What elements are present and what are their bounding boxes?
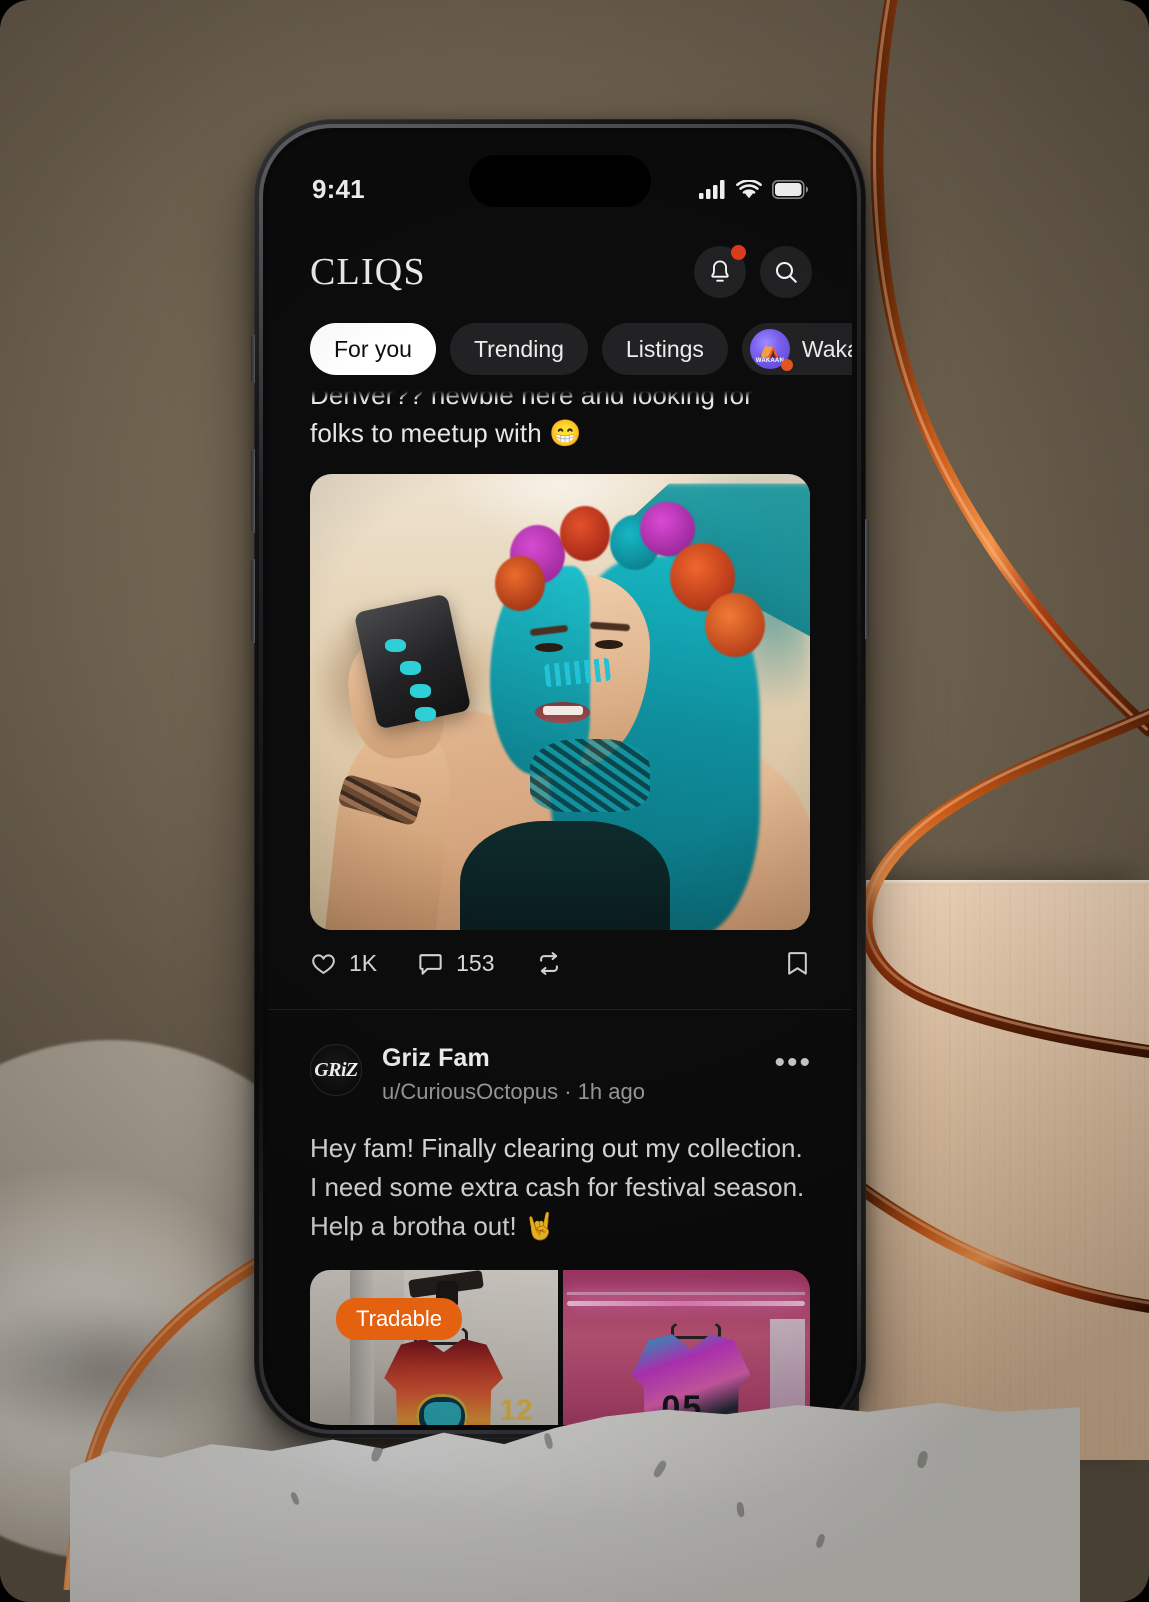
post-divider [268, 1009, 852, 1011]
gallery-image-1[interactable]: 12 [310, 1270, 558, 1425]
post-1-action-bar: 1K 153 [268, 930, 852, 983]
tab-trending-label: Trending [473, 335, 564, 362]
app-logo-cliqs[interactable]: CLIQS [310, 250, 426, 294]
feed-post-1: Denver?? newbie here and looking for fol… [268, 391, 852, 1018]
post-2-text: Hey fam! Finally clearing out my collect… [310, 1133, 805, 1242]
post-1-text: Denver?? newbie here and looking for fol… [310, 391, 753, 448]
search-icon [775, 261, 797, 283]
red-orange-hockey-jersey-photo: 12 [310, 1270, 558, 1425]
griz-logo-text: GRiZ [314, 1058, 358, 1081]
tradable-badge: Tradable [336, 1298, 463, 1341]
feed-post-2: GRiZ Griz Fam u/CuriousOctopus · 1h ago … [268, 1018, 852, 1425]
jersey-1-number: 12 [499, 1393, 533, 1425]
product-mockup-scene: 9:41 CLIQS For you Trending Listings ⛺ W… [0, 0, 1149, 1602]
phone-screen: 9:41 CLIQS For you Trending Listings ⛺ W… [268, 133, 852, 1425]
tent-icon: ⛺ [759, 339, 781, 359]
post-2-gallery[interactable]: Tradable 12 05 [310, 1270, 810, 1425]
community-activity-dot [780, 359, 793, 371]
post-2-byline: u/CuriousOctopus · 1h ago [382, 1079, 645, 1105]
tab-wakaan-community[interactable]: ⛺ WAKAAN Wakaa... [741, 323, 852, 375]
post-2-meta: Griz Fam u/CuriousOctopus · 1h ago [382, 1044, 645, 1105]
comment-icon [419, 954, 442, 976]
griz-fam-avatar[interactable]: GRiZ [310, 1044, 362, 1097]
like-count: 1K [349, 950, 378, 977]
battery-full-icon [772, 179, 808, 199]
tab-for-you[interactable]: For you [310, 323, 436, 375]
repost-button[interactable] [535, 950, 563, 977]
wood-block-prop [859, 880, 1149, 1460]
post-2-header: GRiZ Griz Fam u/CuriousOctopus · 1h ago … [268, 1044, 852, 1105]
header-actions [694, 245, 812, 298]
wifi-icon [736, 179, 762, 198]
comment-button[interactable]: 153 [417, 950, 495, 977]
tab-for-you-label: For you [334, 335, 412, 362]
wakaan-community-avatar: ⛺ WAKAAN [749, 329, 793, 371]
comment-count: 153 [456, 950, 495, 977]
status-bar-time: 9:41 [312, 173, 365, 204]
wood-block-top-edge [859, 880, 1149, 885]
post-2-community-name[interactable]: Griz Fam [382, 1044, 645, 1073]
repost-icon [539, 952, 558, 976]
more-options-icon[interactable]: ••• [774, 1044, 812, 1078]
bookmark-button[interactable] [785, 950, 810, 977]
tie-dye-jersey-neon-room-photo: 05 [562, 1270, 810, 1425]
heart-icon [312, 954, 335, 975]
post-1-media[interactable] [310, 474, 810, 931]
bookmark-icon [788, 952, 807, 976]
status-bar: 9:41 [268, 133, 852, 229]
copper-wire-top-right [870, 0, 1149, 737]
notification-badge-dot [731, 245, 746, 260]
feed-tab-bar[interactable]: For you Trending Listings ⛺ WAKAAN Wakaa… [268, 309, 852, 391]
iphone-device-mockup: 9:41 CLIQS For you Trending Listings ⛺ W… [251, 119, 869, 1439]
like-button[interactable]: 1K [310, 950, 377, 977]
bell-icon [711, 259, 729, 282]
gallery-image-2[interactable]: 05 [562, 1270, 810, 1425]
tab-listings[interactable]: Listings [601, 323, 728, 375]
dynamic-island [469, 155, 651, 207]
feed-scroll-container[interactable]: Denver?? newbie here and looking for fol… [268, 391, 852, 1425]
festival-selfie-photo [310, 474, 810, 931]
tab-wakaan-label: Wakaa... [801, 335, 852, 362]
app-header: CLIQS [268, 229, 852, 309]
tab-listings-label: Listings [625, 335, 704, 362]
silent-switch-button[interactable] [251, 335, 255, 383]
notifications-button[interactable] [694, 245, 746, 298]
signal-bars-icon [699, 179, 725, 199]
tab-trending[interactable]: Trending [449, 323, 588, 375]
wakaan-avatar-caption: WAKAAN [755, 358, 785, 364]
power-button[interactable] [865, 519, 869, 639]
status-bar-indicators [699, 179, 808, 199]
volume-down-button[interactable] [251, 559, 255, 643]
search-button[interactable] [760, 246, 812, 298]
volume-up-button[interactable] [251, 449, 255, 533]
